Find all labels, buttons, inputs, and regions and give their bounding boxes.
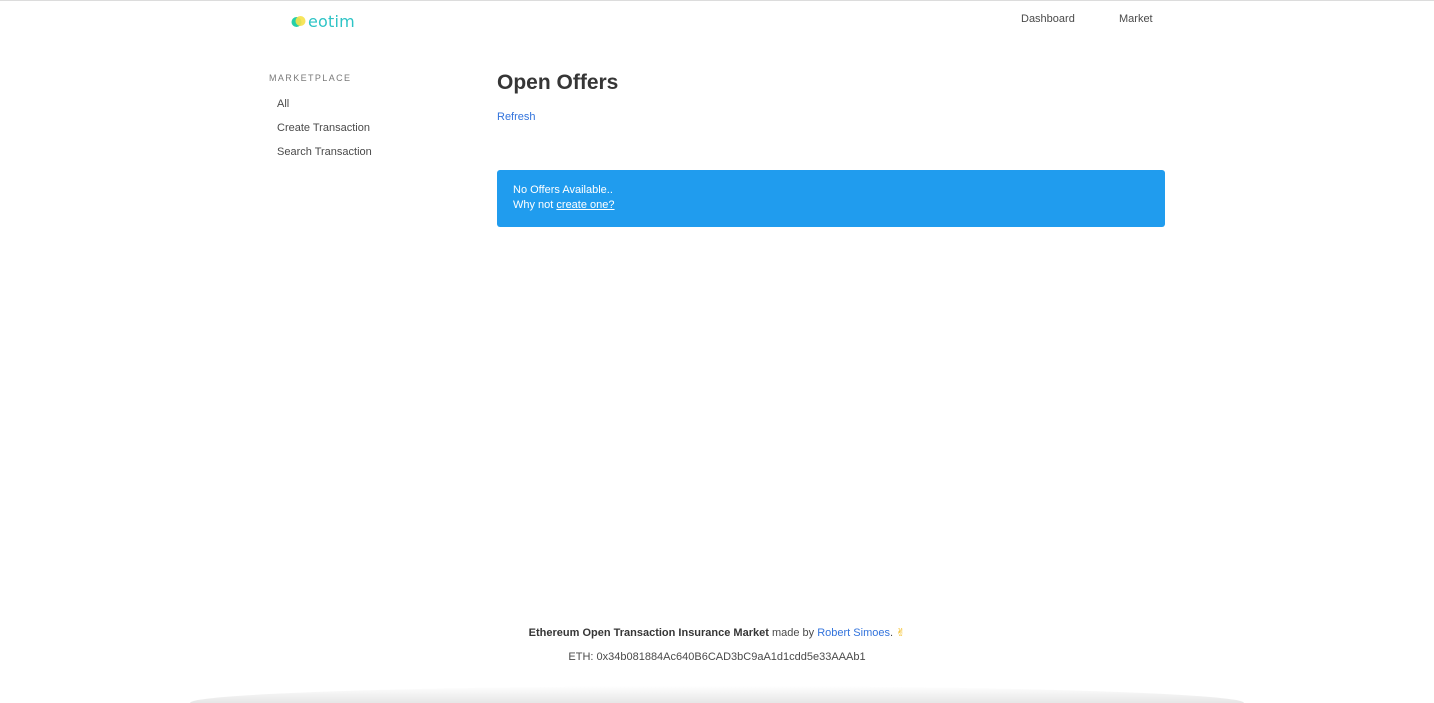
logo-icon xyxy=(291,15,306,27)
nav-market[interactable]: Market xyxy=(1119,13,1153,25)
footer-app-name: Ethereum Open Transaction Insurance Mark… xyxy=(528,627,769,639)
brand-logo[interactable]: eotim xyxy=(291,11,355,31)
notice-line2: Why not create one? xyxy=(513,198,1149,213)
page-title: Open Offers xyxy=(497,71,619,94)
brand-name: eotim xyxy=(308,11,355,31)
author-link[interactable]: Robert Simoes xyxy=(817,627,890,639)
footer-made-by: made by xyxy=(768,627,818,639)
victory-hand-icon: ✌ xyxy=(896,627,906,639)
sidebar-item-search-transaction[interactable]: Search Transaction xyxy=(277,146,372,158)
refresh-link[interactable]: Refresh xyxy=(497,111,536,123)
create-one-link[interactable]: create one? xyxy=(556,199,614,211)
sidebar-item-create-transaction[interactable]: Create Transaction xyxy=(277,122,370,134)
navbar: eotim Dashboard Market xyxy=(0,1,1434,41)
notice-line1: No Offers Available.. xyxy=(513,184,613,196)
no-offers-notice: No Offers Available.. Why not create one… xyxy=(497,170,1165,227)
footer-credits: Ethereum Open Transaction Insurance Mark… xyxy=(0,626,1434,639)
sidebar-item-all[interactable]: All xyxy=(277,98,289,110)
bottom-shadow xyxy=(190,686,1244,703)
notice-line2-prefix: Why not xyxy=(513,199,557,211)
sidebar-section-label: MARKETPLACE xyxy=(269,73,352,83)
footer-eth-address: ETH: 0x34b081884Ac640B6CAD3bC9aA1d1cdd5e… xyxy=(568,651,866,663)
nav-dashboard[interactable]: Dashboard xyxy=(1021,13,1075,25)
